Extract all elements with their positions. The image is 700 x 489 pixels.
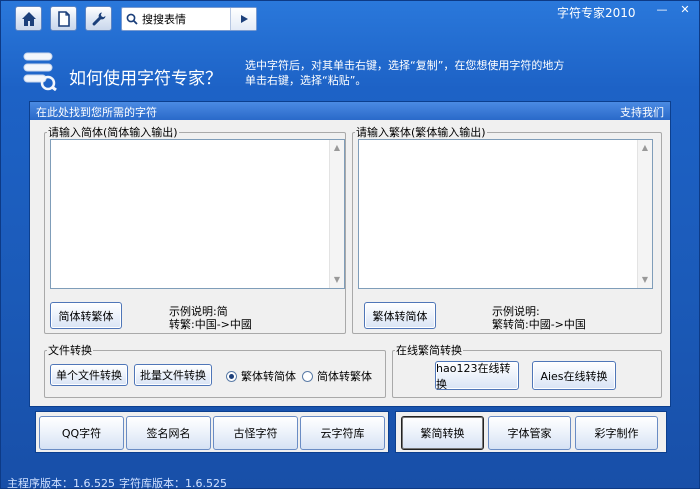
document-button[interactable] [50,6,77,31]
file-convert-legend: 文件转换 [48,344,92,357]
home-button[interactable] [15,6,42,31]
panel-header-title: 在此处找到您所需的字符 [36,106,157,119]
close-button[interactable]: ✕ [676,2,694,16]
simp-to-trad-button[interactable]: 简体转繁体 [50,302,122,329]
app-title: 字符专家2010 [557,6,636,20]
online-convert-legend: 在线繁简转换 [396,344,462,357]
wrench-icon [92,12,105,25]
radio-simp-to-trad-label: 简体转繁体 [317,370,372,383]
simplified-textarea[interactable]: ▲ ▼ [50,139,345,289]
batch-file-convert-button[interactable]: 批量文件转换 [134,364,212,386]
home-icon [21,11,36,26]
document-icon [57,10,70,27]
title-bar: 字符专家2010 — ✕ [1,1,700,37]
search-input[interactable] [142,9,228,29]
traditional-example-line1: 示例说明: [492,305,540,318]
nav-convert[interactable]: 繁简转换 [401,416,484,450]
nav-right-panel: 繁简转换 字体管家 彩字制作 [395,411,667,453]
scroll-down-icon[interactable]: ▼ [333,276,341,284]
banner-title: 如何使用字符专家？ [69,69,222,89]
search-icon [122,8,142,30]
radio-trad-to-simp-label: 繁体转简体 [241,370,296,383]
traditional-textarea[interactable]: ▲ ▼ [358,139,653,289]
banner-description: 选中字符后，对其单击右键，选择“复制”，在您想使用字符的地方 单击右键，选择“粘… [245,58,615,88]
radio-trad-to-simp[interactable]: 繁体转简体 [226,368,296,384]
banner-description-line1: 选中字符后，对其单击右键，选择“复制”，在您想使用字符的地方 [245,59,565,72]
app-window: 字符专家2010 — ✕ 如何使用字符专家？ 选中字符后，对其单击右键，选择“复… [0,0,700,489]
traditional-example-line2: 繁转简:中國->中国 [492,318,586,331]
nav-color-text[interactable]: 彩字制作 [575,416,658,450]
main-version: 主程序版本：1.6.525 [7,477,115,489]
status-bar: 主程序版本：1.6.525 字符库版本：1.6.525 [1,473,700,489]
hao123-convert-button[interactable]: hao123在线转换 [435,361,519,391]
nav-cloud-library[interactable]: 云字符库 [300,416,385,450]
scroll-down-icon[interactable]: ▼ [641,276,649,284]
traditional-scrollbar[interactable]: ▲ ▼ [637,140,652,288]
simplified-scrollbar[interactable]: ▲ ▼ [329,140,344,288]
main-panel: 在此处找到您所需的字符 支持我们 请输入简体(简体输入输出) ▲ ▼ 简体转繁体… [29,101,671,407]
radio-unchecked-icon[interactable] [302,370,313,382]
minimize-button[interactable]: — [653,2,671,16]
simplified-example-line1: 示例说明:简 [169,305,228,318]
scroll-up-icon[interactable]: ▲ [641,144,649,152]
search-go-button[interactable] [230,8,256,30]
settings-button[interactable] [85,6,112,31]
nav-odd-chars[interactable]: 古怪字符 [213,416,298,450]
radio-simp-to-trad[interactable]: 简体转繁体 [302,368,372,384]
scroll-up-icon[interactable]: ▲ [333,144,341,152]
library-version: 字符库版本：1.6.525 [119,477,227,489]
support-us-link[interactable]: 支持我们 [620,104,664,120]
trad-to-simp-button[interactable]: 繁体转简体 [364,302,436,329]
nav-font-manager[interactable]: 字体管家 [488,416,571,450]
online-convert-group: 在线繁简转换 [392,342,662,398]
traditional-example: 示例说明: 繁转简:中國->中国 [492,305,586,331]
nav-signature-names[interactable]: 签名网名 [126,416,211,450]
simplified-example: 示例说明:简 转繁:中国->中國 [169,305,252,331]
traditional-group-legend: 请输入繁体(繁体输入输出) [356,126,486,139]
panel-header: 在此处找到您所需的字符 支持我们 [30,102,670,120]
nav-left-panel: QQ字符 签名网名 古怪字符 云字符库 [35,411,389,453]
single-file-convert-button[interactable]: 单个文件转换 [50,364,128,386]
play-icon [240,15,248,23]
search-box [121,7,257,31]
database-icon [23,52,57,91]
radio-checked-icon[interactable] [226,370,237,382]
simplified-example-line2: 转繁:中国->中國 [169,318,252,331]
aies-convert-button[interactable]: Aies在线转换 [532,361,616,390]
simplified-group-legend: 请输入简体(简体输入输出) [48,126,178,139]
nav-qq-chars[interactable]: QQ字符 [39,416,124,450]
banner-description-line2: 单击右键，选择“粘贴”。 [245,74,367,87]
